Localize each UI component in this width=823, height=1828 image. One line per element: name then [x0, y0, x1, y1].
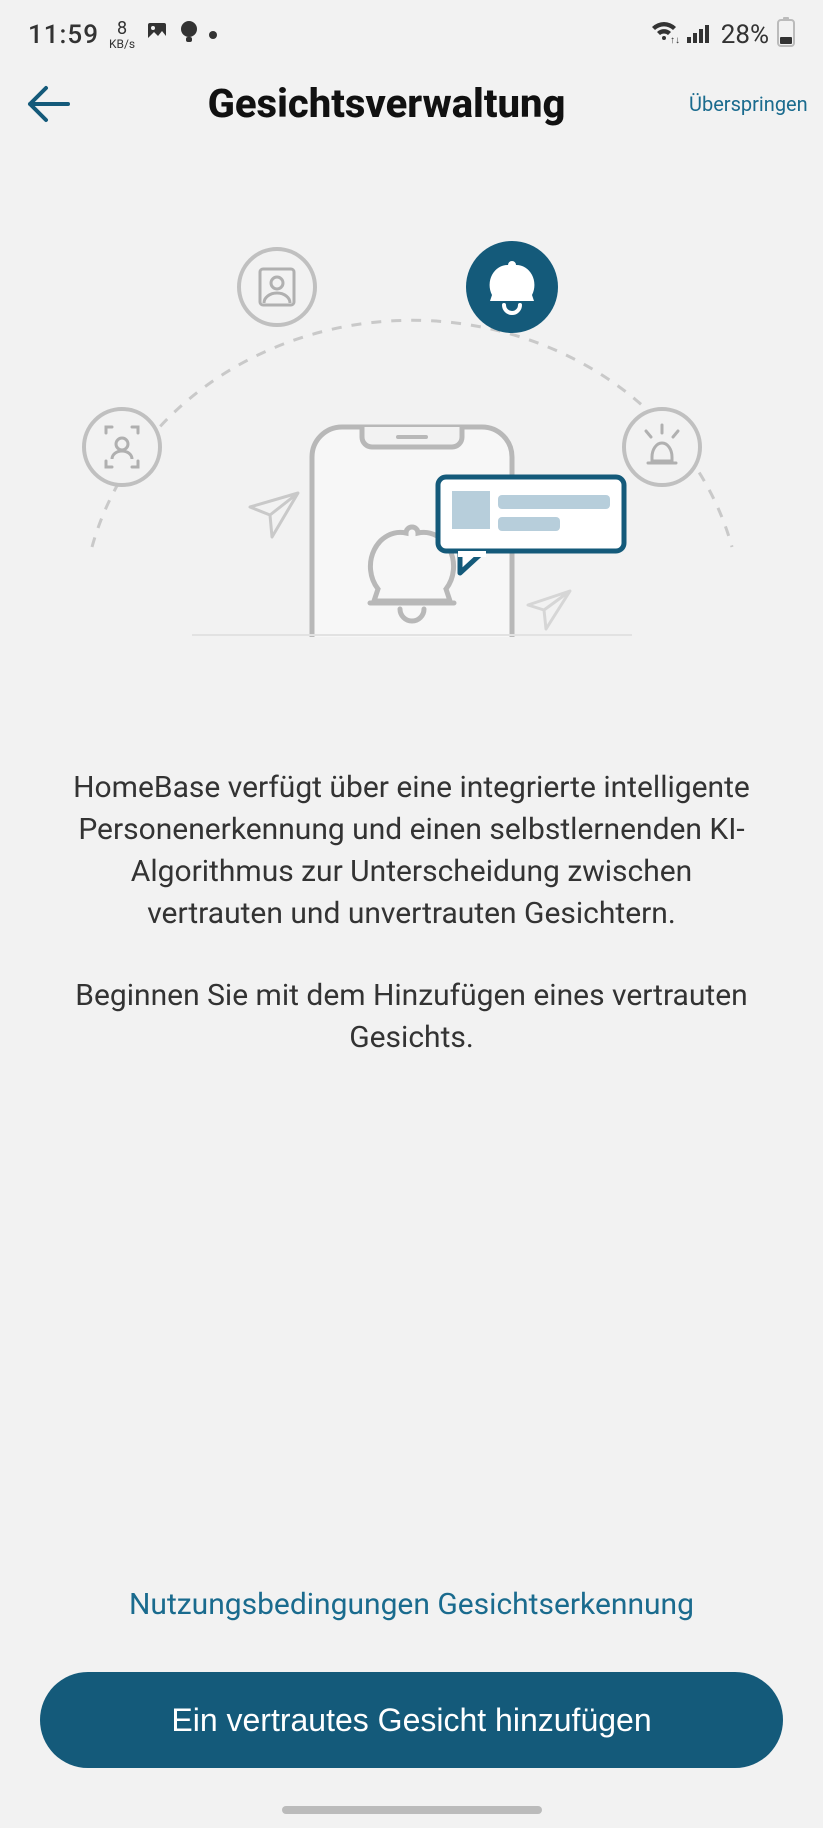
- footer: Nutzungsbedingungen Gesichtserkennung Ei…: [0, 1587, 823, 1828]
- description-p2: Beginnen Sie mit dem Hinzufügen eines ve…: [60, 975, 763, 1059]
- battery-pct: 28%: [721, 20, 769, 50]
- terms-link[interactable]: Nutzungsbedingungen Gesichtserkennung: [40, 1587, 783, 1622]
- status-right: ↑↓ 28%: [649, 17, 795, 54]
- svg-text:↑↓: ↑↓: [670, 35, 679, 44]
- battery-icon: [777, 17, 795, 54]
- page-title: Gesichtsverwaltung: [84, 80, 689, 127]
- add-face-button[interactable]: Ein vertrautes Gesicht hinzufügen: [40, 1672, 783, 1768]
- status-time: 11:59: [28, 20, 99, 50]
- description: HomeBase verfügt über eine integrierte i…: [0, 767, 823, 1059]
- signal-icon: [687, 20, 713, 50]
- dot-icon: [209, 31, 217, 39]
- illustration: [0, 197, 823, 637]
- status-left: 11:59 8 KB/s: [28, 20, 217, 51]
- description-p1: HomeBase verfügt über eine integrierte i…: [60, 767, 763, 935]
- bell-icon: [466, 241, 558, 333]
- paper-plane-left-icon: [250, 493, 298, 537]
- bulb-icon: [179, 20, 199, 51]
- arrow-left-icon: [24, 84, 70, 124]
- skip-button[interactable]: Überspringen: [689, 92, 799, 116]
- portrait-icon: [239, 249, 315, 325]
- network-speed: 8 KB/s: [109, 20, 135, 50]
- paper-plane-right-icon: [528, 591, 570, 629]
- wifi-icon: ↑↓: [649, 20, 679, 51]
- status-bar: 11:59 8 KB/s ↑↓ 28%: [0, 0, 823, 70]
- image-icon: [145, 20, 169, 51]
- speech-bubble: [438, 477, 624, 573]
- siren-icon: [624, 409, 700, 485]
- header: Gesichtsverwaltung Überspringen: [0, 70, 823, 137]
- home-indicator[interactable]: [282, 1806, 542, 1814]
- face-scan-icon: [84, 409, 160, 485]
- back-button[interactable]: [24, 84, 84, 124]
